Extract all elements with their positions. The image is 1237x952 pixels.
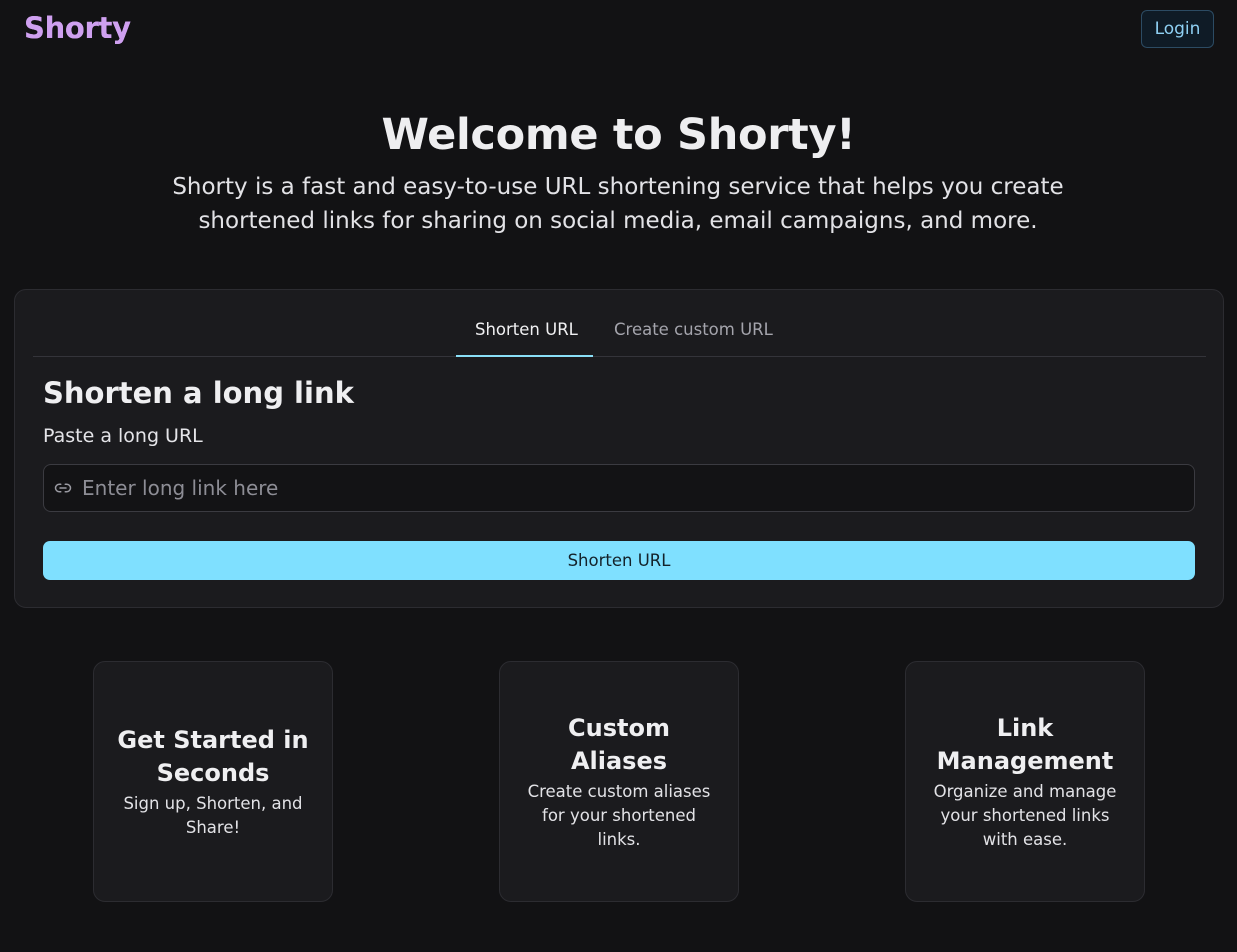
logo[interactable]: Shorty xyxy=(24,11,131,45)
feature-title: Custom Aliases xyxy=(568,713,670,775)
form-title: Shorten a long link xyxy=(43,376,354,410)
shortener-card: Shorten URL Create custom URL Shorten a … xyxy=(14,289,1224,608)
tab-shorten-url[interactable]: Shorten URL xyxy=(456,312,593,357)
link-icon xyxy=(54,483,72,493)
feature-description: Create custom aliases for your shortened… xyxy=(527,781,711,849)
login-button[interactable]: Login xyxy=(1141,10,1214,48)
feature-card-link-management: Link Management Organize and manage your… xyxy=(905,661,1145,902)
feature-card-get-started: Get Started in Seconds Sign up, Shorten,… xyxy=(93,661,333,902)
feature-card-custom-aliases: Custom Aliases Create custom aliases for… xyxy=(499,661,739,902)
feature-title: Get Started in Seconds xyxy=(117,725,309,787)
page: Shorty Login Welcome to Shorty! Shorty i… xyxy=(0,0,1237,952)
feature-description: Sign up, Shorten, and Share! xyxy=(123,793,303,837)
feature-title: Link Management xyxy=(936,713,1114,775)
hero-subtitle: Shorty is a fast and easy-to-use URL sho… xyxy=(172,174,1064,234)
url-input-container[interactable] xyxy=(43,464,1195,512)
url-field-label: Paste a long URL xyxy=(43,425,203,447)
hero-title: Welcome to Shorty! xyxy=(381,110,856,160)
shorten-url-button[interactable]: Shorten URL xyxy=(43,541,1195,580)
tab-create-custom-url[interactable]: Create custom URL xyxy=(595,312,792,357)
feature-description: Organize and manage your shortened links… xyxy=(933,781,1117,849)
tab-bar: Shorten URL Create custom URL xyxy=(33,312,1206,357)
url-input[interactable] xyxy=(82,465,1194,511)
